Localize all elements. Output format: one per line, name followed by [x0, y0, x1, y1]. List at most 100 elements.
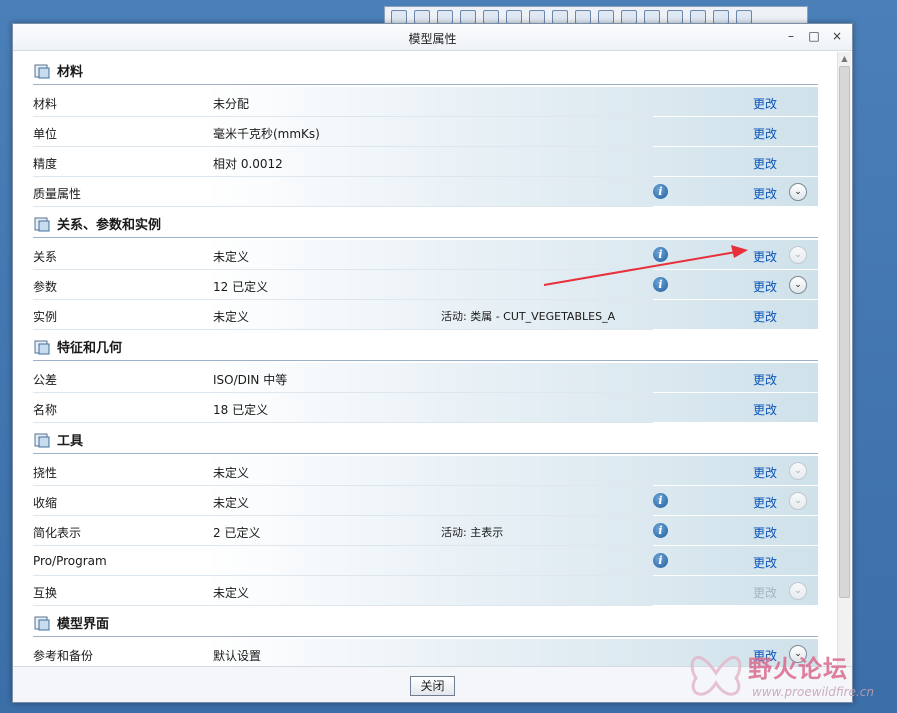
expand-chevron-icon[interactable]: ⌄	[789, 183, 807, 201]
property-row: 名称 18 已定义 更改	[33, 393, 818, 423]
property-value: 18 已定义	[213, 403, 269, 417]
change-link[interactable]: 更改	[753, 308, 777, 325]
property-row: 收缩 未定义 i 更改 ⌄	[33, 486, 818, 516]
property-label: 精度	[33, 157, 58, 171]
change-link[interactable]: 更改	[753, 371, 777, 388]
change-link[interactable]: 更改	[753, 155, 777, 172]
zoom-out-icon[interactable]	[437, 10, 453, 24]
property-label: 公差	[33, 373, 58, 387]
dialog-titlebar[interactable]: 模型属性 – □ ×	[13, 24, 852, 51]
change-link[interactable]: 更改	[753, 401, 777, 418]
change-link[interactable]: 更改	[753, 464, 777, 481]
property-label: 互换	[33, 586, 58, 600]
vertical-scrollbar[interactable]: ▲	[837, 52, 851, 667]
property-row: 质量属性 i 更改 ⌄	[33, 177, 818, 207]
expand-chevron-icon[interactable]: ⌄	[789, 582, 807, 600]
saved-views-icon[interactable]	[529, 10, 545, 24]
section-title: 关系、参数和实例	[57, 218, 162, 233]
change-link[interactable]: 更改	[753, 554, 777, 571]
orient-icon[interactable]	[483, 10, 499, 24]
property-value: 毫米千克秒(mmKs)	[213, 127, 320, 141]
property-label: 实例	[33, 310, 58, 324]
butterfly-logo-icon	[690, 656, 742, 696]
property-value: 2 已定义	[213, 526, 261, 540]
close-button[interactable]: 关闭	[410, 676, 455, 696]
info-icon[interactable]: i	[653, 523, 668, 538]
property-label: Pro/Program	[33, 554, 107, 568]
layers-icon[interactable]	[552, 10, 568, 24]
property-row: 材料 未分配 更改	[33, 87, 818, 117]
model-properties-dialog: 模型属性 – □ × 材料 材料 未分配 更改 单位 毫米千克秒(mmKs) 更改 精度 相对 …	[12, 23, 853, 703]
property-label: 质量属性	[33, 187, 82, 201]
section-rows: 挠性 未定义 更改 ⌄ 收缩 未定义 i 更改 ⌄ 简化表示 2 已定义 活动: 主表示 i 更改 Pro/…	[33, 456, 818, 606]
property-label: 挠性	[33, 466, 58, 480]
minimize-button[interactable]: –	[784, 29, 798, 43]
datum-axis-icon[interactable]	[598, 10, 614, 24]
property-active-value: 活动: 主表示	[441, 526, 504, 539]
expand-chevron-icon[interactable]: ⌄	[789, 276, 807, 294]
expand-chevron-icon[interactable]: ⌄	[789, 492, 807, 510]
property-row: 公差 ISO/DIN 中等 更改	[33, 363, 818, 393]
info-icon[interactable]: i	[653, 247, 668, 262]
info-icon[interactable]: i	[653, 277, 668, 292]
change-link[interactable]: 更改	[753, 185, 777, 202]
annotation-icon[interactable]	[667, 10, 683, 24]
datum-plane-icon[interactable]	[575, 10, 591, 24]
property-value: 未定义	[213, 586, 250, 600]
property-active-value: 活动: 类属 - CUT_VEGETABLES_A	[441, 310, 616, 323]
change-link[interactable]: 更改	[753, 125, 777, 142]
interface-icon	[33, 614, 51, 632]
property-label: 参数	[33, 280, 58, 294]
property-row: Pro/Program i 更改	[33, 546, 818, 576]
scroll-thumb[interactable]	[839, 66, 850, 598]
datum-point-icon[interactable]	[621, 10, 637, 24]
property-row: 简化表示 2 已定义 活动: 主表示 i 更改	[33, 516, 818, 546]
spin-center-icon[interactable]	[690, 10, 706, 24]
info-icon[interactable]: i	[653, 493, 668, 508]
dialog-title: 模型属性	[408, 32, 457, 46]
zoom-in-icon[interactable]	[414, 10, 430, 24]
property-label: 简化表示	[33, 526, 82, 540]
close-window-button[interactable]: ×	[830, 29, 844, 43]
scroll-up-icon[interactable]: ▲	[838, 52, 851, 65]
watermark-url: www.proewildfire.cn	[752, 685, 874, 699]
expand-chevron-icon[interactable]: ⌄	[789, 462, 807, 480]
properties-content: 材料 材料 未分配 更改 单位 毫米千克秒(mmKs) 更改 精度 相对 0.0012 更改 质量属…	[13, 52, 838, 667]
view-3d-icon[interactable]	[506, 10, 522, 24]
section-title: 模型界面	[57, 617, 110, 632]
property-label: 收缩	[33, 496, 58, 510]
property-row: 参数 12 已定义 i 更改 ⌄	[33, 270, 818, 300]
change-link[interactable]: 更改	[753, 494, 777, 511]
display-style-icon[interactable]	[713, 10, 729, 24]
property-row: 挠性 未定义 更改 ⌄	[33, 456, 818, 486]
property-value: 未定义	[213, 496, 250, 510]
section-header: 工具	[33, 426, 818, 454]
expand-chevron-icon[interactable]: ⌄	[789, 246, 807, 264]
property-label: 参考和备份	[33, 649, 94, 663]
property-row: 关系 未定义 i 更改 ⌄	[33, 240, 818, 270]
info-icon[interactable]: i	[653, 553, 668, 568]
info-icon[interactable]: i	[653, 184, 668, 199]
repaint-icon[interactable]	[460, 10, 476, 24]
change-link[interactable]: 更改	[753, 248, 777, 265]
watermark-text: 野火论坛	[748, 655, 848, 683]
section-rows: 公差 ISO/DIN 中等 更改 名称 18 已定义 更改	[33, 363, 818, 423]
zoom-fit-icon[interactable]	[391, 10, 407, 24]
section-rows: 关系 未定义 i 更改 ⌄ 参数 12 已定义 i 更改 ⌄ 实例 未定义 活动: 类属 - CUT_V…	[33, 240, 818, 330]
property-value: ISO/DIN 中等	[213, 373, 288, 387]
maximize-button[interactable]: □	[807, 29, 821, 43]
tool-icon[interactable]	[736, 10, 752, 24]
relations-icon	[33, 215, 51, 233]
section-title: 工具	[57, 434, 84, 449]
csys-icon[interactable]	[644, 10, 660, 24]
property-row: 实例 未定义 活动: 类属 - CUT_VEGETABLES_A 更改	[33, 300, 818, 330]
section-rows: 材料 未分配 更改 单位 毫米千克秒(mmKs) 更改 精度 相对 0.0012 更改 质量属性 i…	[33, 87, 818, 207]
section-title: 特征和几何	[57, 341, 123, 356]
change-link[interactable]: 更改	[753, 95, 777, 112]
change-link[interactable]: 更改	[753, 524, 777, 541]
change-link[interactable]: 更改	[753, 278, 777, 295]
property-label: 材料	[33, 97, 58, 111]
section-header: 材料	[33, 57, 818, 85]
property-value: 未定义	[213, 466, 250, 480]
section-header: 模型界面	[33, 609, 818, 637]
